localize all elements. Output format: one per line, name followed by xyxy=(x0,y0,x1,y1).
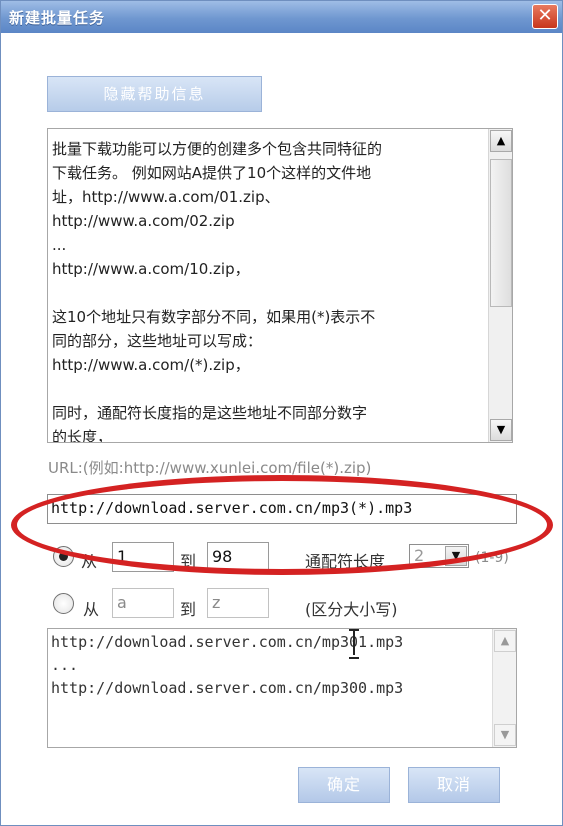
hide-help-button[interactable]: 隐藏帮助信息 xyxy=(47,76,262,112)
titlebar[interactable]: 新建批量任务 ✕ xyxy=(1,1,562,33)
red-annotation-oval xyxy=(11,475,553,575)
scroll-thumb[interactable] xyxy=(490,159,512,307)
text-cursor-icon xyxy=(349,629,359,659)
alpha-range-radio[interactable] xyxy=(53,593,74,614)
result-line: http://download.server.com.cn/mp300.mp3 xyxy=(51,679,404,697)
help-line: 的长度， xyxy=(52,428,113,443)
scroll-up-arrow-icon[interactable]: ▲ xyxy=(494,630,516,652)
help-line: http://www.a.com/(*).zip， xyxy=(52,356,250,374)
help-line xyxy=(52,281,484,305)
help-text-area[interactable]: 批量下载功能可以方便的创建多个包含共同特征的 下载任务。 例如网站A提供了10个… xyxy=(47,128,513,443)
help-line: http://www.a.com/02.zip xyxy=(52,212,235,230)
help-line: ... xyxy=(52,236,67,254)
scroll-down-arrow-icon[interactable]: ▼ xyxy=(490,419,512,441)
to-letter-input[interactable]: z xyxy=(207,588,269,618)
help-text: 批量下载功能可以方便的创建多个包含共同特征的 下载任务。 例如网站A提供了10个… xyxy=(52,137,484,443)
alpha-to-label: 到 xyxy=(180,600,197,619)
help-line: 址，http://www.a.com/01.zip、 xyxy=(52,188,280,206)
help-line: http://www.a.com/10.zip， xyxy=(52,260,250,278)
cancel-button[interactable]: 取消 xyxy=(408,767,500,803)
batch-task-dialog: 新建批量任务 ✕ 隐藏帮助信息 批量下载功能可以方便的创建多个包含共同特征的 下… xyxy=(0,0,563,826)
help-line: 同时，通配符长度指的是这些地址不同部分数字 xyxy=(52,404,368,422)
help-line: 批量下载功能可以方便的创建多个包含共同特征的 xyxy=(52,140,383,158)
help-line xyxy=(52,377,484,401)
help-line: 下载任务。 例如网站A提供了10个这样的文件地 xyxy=(52,164,372,182)
help-line: 同的部分，这些地址可以写成： xyxy=(52,332,263,350)
scroll-down-arrow-icon[interactable]: ▼ xyxy=(494,724,516,746)
help-line: 这10个地址只有数字部分不同，如果用(*)表示不 xyxy=(52,308,376,326)
alpha-from-label: 从 xyxy=(83,600,100,619)
result-scrollbar[interactable]: ▲ ▼ xyxy=(492,629,516,747)
ok-button[interactable]: 确定 xyxy=(298,767,390,803)
close-button[interactable]: ✕ xyxy=(532,4,558,29)
scroll-up-arrow-icon[interactable]: ▲ xyxy=(490,130,512,152)
result-preview-area[interactable]: http://download.server.com.cn/mp301.mp3 … xyxy=(47,628,517,748)
from-letter-input[interactable]: a xyxy=(112,588,174,618)
help-scrollbar[interactable]: ▲ ▼ xyxy=(488,129,512,442)
dialog-title: 新建批量任务 xyxy=(9,9,106,27)
case-sensitive-hint: (区分大小写) xyxy=(305,600,398,619)
